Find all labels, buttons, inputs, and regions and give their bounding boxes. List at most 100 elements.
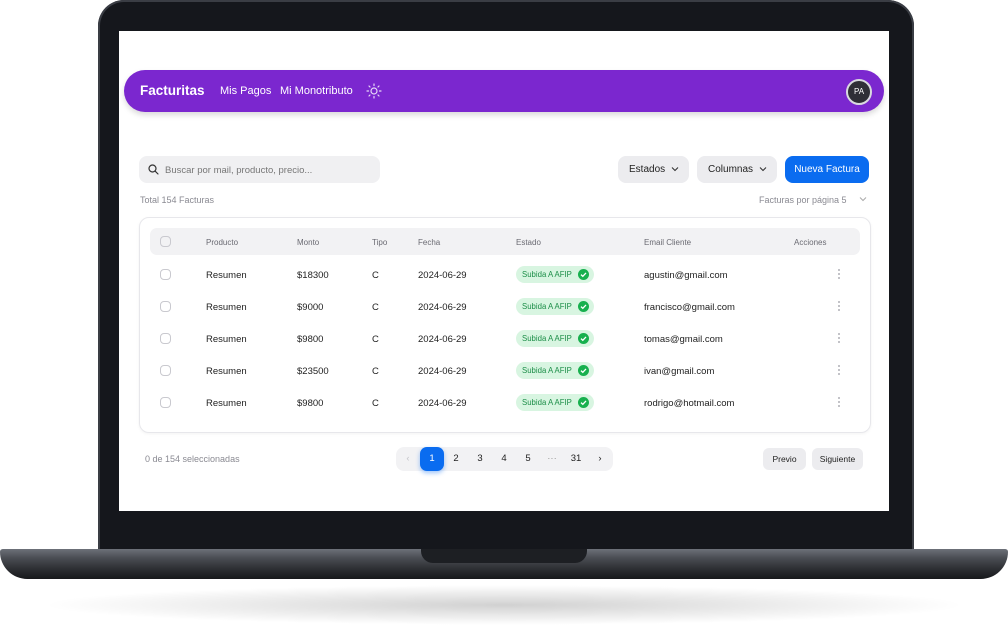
page-31[interactable]: 31: [564, 447, 588, 471]
cell-fecha: 2024-06-29: [418, 334, 467, 345]
app-screen: Facturitas Mis Pagos Mi Monotributo PA E…: [119, 31, 889, 511]
status-badge: Subida A AFIP: [516, 298, 594, 315]
nav-link-mi-monotributo[interactable]: Mi Monotributo: [280, 85, 353, 97]
status-badge: Subida A AFIP: [516, 266, 594, 283]
estados-label: Estados: [629, 164, 666, 175]
cell-fecha: 2024-06-29: [418, 270, 467, 281]
status-label: Subida A AFIP: [522, 270, 572, 279]
check-circle-icon: [577, 397, 589, 408]
siguiente-button[interactable]: Siguiente: [812, 448, 863, 470]
page-ellipsis: ···: [547, 453, 557, 464]
columnas-label: Columnas: [708, 164, 754, 175]
cell-fecha: 2024-06-29: [418, 366, 467, 377]
cell-email: rodrigo@hotmail.com: [644, 398, 735, 409]
chevron-down-icon: [759, 167, 767, 172]
cell-monto: $18300: [297, 270, 329, 281]
estados-dropdown[interactable]: Estados: [618, 156, 689, 183]
header-producto[interactable]: Producto: [206, 238, 238, 247]
table-row[interactable]: Resumen $9000 C 2024-06-29 Subida A AFIP…: [140, 290, 870, 322]
header-acciones: Acciones: [794, 238, 827, 247]
status-label: Subida A AFIP: [522, 366, 572, 375]
cell-fecha: 2024-06-29: [418, 398, 467, 409]
pagination-next-arrow[interactable]: ›: [588, 447, 612, 471]
selection-count: 0 de 154 seleccionadas: [145, 454, 240, 464]
cell-tipo: C: [372, 398, 379, 409]
row-checkbox[interactable]: [160, 333, 171, 344]
check-circle-icon: [577, 269, 589, 280]
laptop-notch: [421, 549, 587, 563]
total-facturas: Total 154 Facturas: [140, 195, 215, 205]
more-vertical-icon[interactable]: [837, 364, 841, 376]
header-monto[interactable]: Monto: [297, 238, 319, 247]
nueva-factura-button[interactable]: Nueva Factura: [785, 156, 869, 183]
header-tipo[interactable]: Tipo: [372, 238, 387, 247]
cell-monto: $9000: [297, 302, 324, 313]
table-row[interactable]: Resumen $18300 C 2024-06-29 Subida A AFI…: [140, 258, 870, 290]
row-checkbox[interactable]: [160, 301, 171, 312]
cell-email: tomas@gmail.com: [644, 334, 723, 345]
chevron-down-icon: [671, 167, 679, 172]
check-circle-icon: [577, 333, 589, 344]
pagination: ‹ 1 2 3 4 5 ··· 31 ›: [396, 447, 613, 471]
status-label: Subida A AFIP: [522, 398, 572, 407]
header-fecha[interactable]: Fecha: [418, 238, 440, 247]
brand-logo[interactable]: Facturitas: [140, 83, 205, 98]
chevron-down-icon: [859, 197, 867, 202]
more-vertical-icon[interactable]: [837, 396, 841, 408]
navbar: Facturitas Mis Pagos Mi Monotributo PA: [124, 70, 884, 112]
page-4[interactable]: 4: [492, 447, 516, 471]
laptop-shadow: [40, 585, 968, 625]
check-circle-icon: [577, 301, 589, 312]
cell-producto: Resumen: [206, 302, 247, 313]
more-vertical-icon[interactable]: [837, 268, 841, 280]
row-checkbox[interactable]: [160, 365, 171, 376]
status-badge: Subida A AFIP: [516, 330, 594, 347]
cell-producto: Resumen: [206, 398, 247, 409]
columnas-dropdown[interactable]: Columnas: [697, 156, 777, 183]
facturas-table: Producto Monto Tipo Fecha Estado Email C…: [139, 217, 871, 433]
table-row[interactable]: Resumen $9800 C 2024-06-29 Subida A AFIP…: [140, 386, 870, 418]
pagination-prev-arrow[interactable]: ‹: [396, 447, 420, 471]
more-vertical-icon[interactable]: [837, 300, 841, 312]
previo-button[interactable]: Previo: [763, 448, 806, 470]
cell-producto: Resumen: [206, 270, 247, 281]
search-box: [139, 156, 380, 185]
status-badge: Subida A AFIP: [516, 394, 594, 411]
avatar[interactable]: PA: [846, 79, 872, 105]
header-estado[interactable]: Estado: [516, 238, 541, 247]
cell-tipo: C: [372, 366, 379, 377]
check-circle-icon: [577, 365, 589, 376]
page-1[interactable]: 1: [420, 447, 444, 471]
page-2[interactable]: 2: [444, 447, 468, 471]
cell-email: agustin@gmail.com: [644, 270, 728, 281]
nav-link-mis-pagos[interactable]: Mis Pagos: [220, 85, 271, 97]
cell-tipo: C: [372, 270, 379, 281]
status-label: Subida A AFIP: [522, 302, 572, 311]
status-label: Subida A AFIP: [522, 334, 572, 343]
cell-tipo: C: [372, 334, 379, 345]
header-email-cliente[interactable]: Email Cliente: [644, 238, 691, 247]
cell-producto: Resumen: [206, 366, 247, 377]
status-badge: Subida A AFIP: [516, 362, 594, 379]
cell-monto: $9800: [297, 398, 324, 409]
more-vertical-icon[interactable]: [837, 332, 841, 344]
cell-email: francisco@gmail.com: [644, 302, 735, 313]
search-icon: [148, 164, 159, 175]
cell-tipo: C: [372, 302, 379, 313]
page-5[interactable]: 5: [516, 447, 540, 471]
cell-monto: $9800: [297, 334, 324, 345]
cell-monto: $23500: [297, 366, 329, 377]
row-checkbox[interactable]: [160, 397, 171, 408]
page-3[interactable]: 3: [468, 447, 492, 471]
row-checkbox[interactable]: [160, 269, 171, 280]
table-header: Producto Monto Tipo Fecha Estado Email C…: [150, 228, 860, 255]
search-input[interactable]: [163, 156, 377, 185]
table-row[interactable]: Resumen $9800 C 2024-06-29 Subida A AFIP…: [140, 322, 870, 354]
per-page-select[interactable]: Facturas por página 5: [759, 195, 867, 205]
cell-fecha: 2024-06-29: [418, 302, 467, 313]
cell-producto: Resumen: [206, 334, 247, 345]
sun-icon[interactable]: [366, 83, 382, 99]
select-all-checkbox[interactable]: [160, 236, 171, 247]
cell-email: ivan@gmail.com: [644, 366, 715, 377]
table-row[interactable]: Resumen $23500 C 2024-06-29 Subida A AFI…: [140, 354, 870, 386]
